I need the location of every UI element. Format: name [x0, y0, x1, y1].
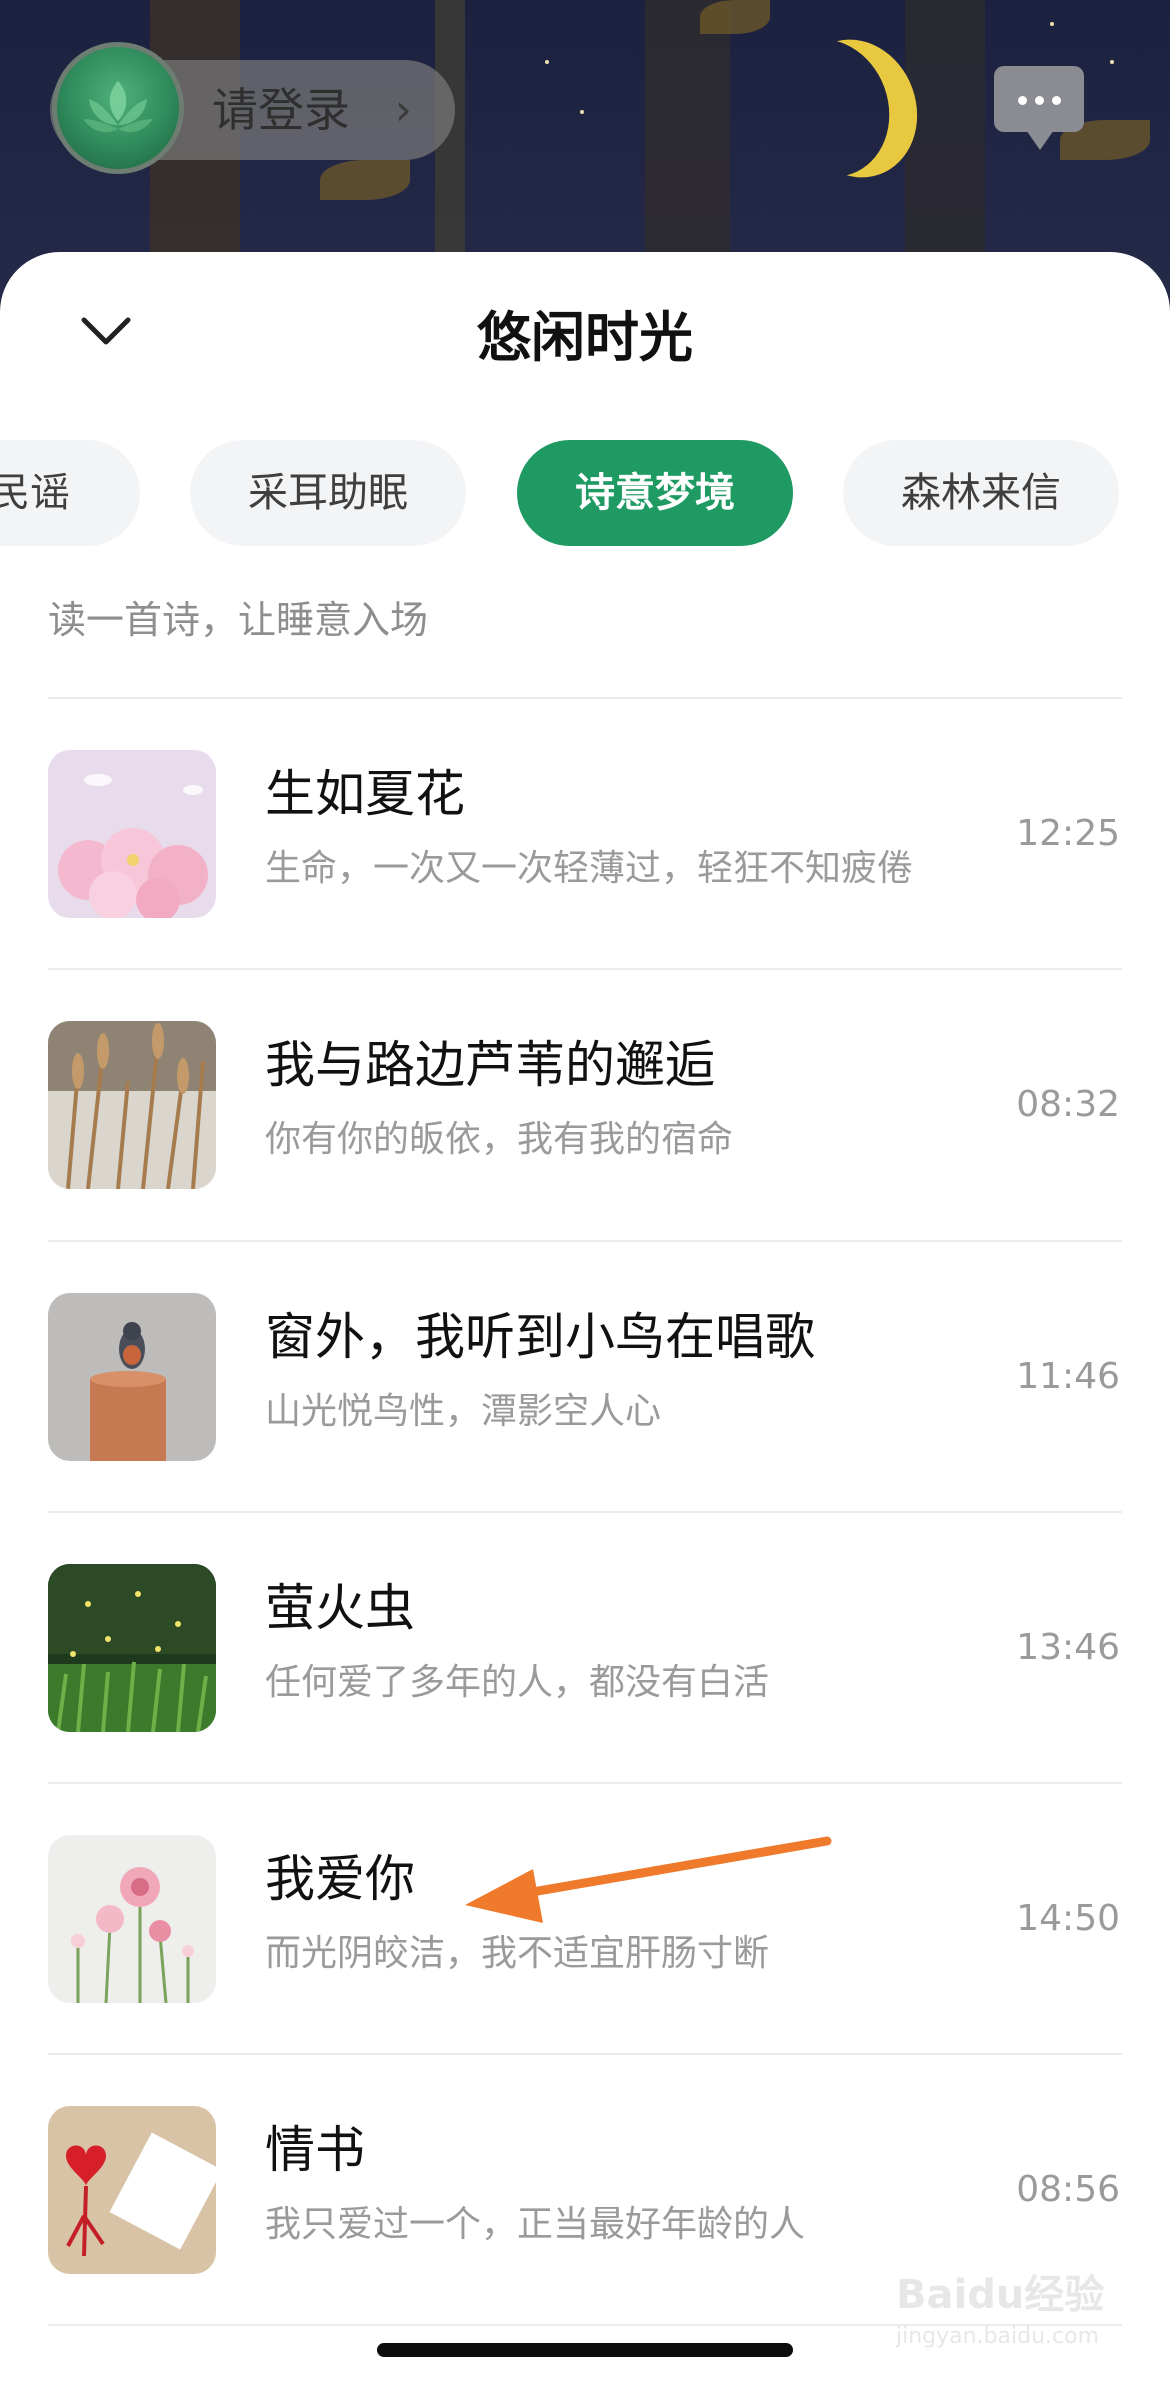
avatar[interactable]: [52, 42, 184, 174]
leaf-decoration: [320, 160, 410, 200]
thumbnail-image: [48, 1564, 216, 1732]
chat-bubble-icon: [1035, 96, 1044, 105]
lotus-icon: [83, 81, 153, 133]
list-item[interactable]: 我与路边芦苇的邂逅 你有你的皈依，我有我的宿命 08:32: [0, 969, 1170, 1239]
item-title: 窗外，我听到小鸟在唱歌: [265, 1308, 815, 1366]
item-description: 我只爱过一个，正当最好年龄的人: [265, 2204, 806, 2245]
item-description: 生命，一次又一次轻薄过，轻狂不知疲倦: [265, 848, 914, 889]
list-item[interactable]: 萤火虫 任何爱了多年的人，都没有白活 13:46: [0, 1512, 1170, 1782]
item-duration: 14:50: [1016, 1898, 1120, 1939]
bottom-sheet: 悠闲时光 民谣 采耳助眠 诗意梦境 森林来信 读一首诗，让睡意入场 生如夏花 生…: [0, 252, 1170, 2383]
chat-bubble-icon: [1052, 96, 1061, 105]
watermark-url: jingyan.baidu.com: [896, 2324, 1100, 2349]
tab-forest-letter[interactable]: 森林来信: [843, 440, 1119, 546]
chevron-right-icon: ›: [395, 85, 412, 134]
star: [580, 110, 584, 114]
home-indicator[interactable]: [377, 2343, 793, 2357]
thumbnail-image: [48, 750, 216, 918]
item-title: 我爱你: [265, 1850, 415, 1908]
tab-folk[interactable]: 民谣: [0, 440, 140, 546]
chat-bubble-icon: [1018, 96, 1027, 105]
item-duration: 13:46: [1016, 1627, 1120, 1668]
thumbnail-image: [48, 1835, 216, 2003]
annotation-arrow-icon: [465, 1836, 832, 1923]
list-item[interactable]: 窗外，我听到小鸟在唱歌 山光悦鸟性，潭影空人心 11:46: [0, 1241, 1170, 1511]
tab-ear-sleep[interactable]: 采耳助眠: [190, 440, 466, 546]
category-tabs: 民谣 采耳助眠 诗意梦境 森林来信: [0, 440, 1170, 546]
item-duration: 08:56: [1016, 2169, 1120, 2210]
star: [1110, 60, 1114, 64]
item-title: 萤火虫: [265, 1579, 415, 1637]
message-button[interactable]: [994, 66, 1084, 150]
item-duration: 11:46: [1016, 1356, 1120, 1397]
watermark: Baidu经验 jingyan.baidu.com: [896, 2270, 1116, 2360]
item-title: 我与路边芦苇的邂逅: [265, 1036, 715, 1094]
item-description: 任何爱了多年的人，都没有白活: [265, 1662, 770, 1703]
section-subtitle: 读一首诗，让睡意入场: [48, 598, 429, 642]
item-duration: 08:32: [1016, 1084, 1120, 1125]
leaf-decoration: [700, 0, 770, 34]
item-duration: 12:25: [1016, 813, 1120, 854]
item-title: 情书: [265, 2121, 365, 2179]
item-description: 山光悦鸟性，潭影空人心: [265, 1391, 662, 1432]
star: [545, 60, 549, 64]
tab-poetic-dream[interactable]: 诗意梦境: [517, 440, 793, 546]
moon-icon: [748, 22, 909, 195]
thumbnail-image: [48, 1293, 216, 1461]
page-title: 悠闲时光: [477, 306, 693, 369]
login-label[interactable]: 请登录: [212, 78, 350, 142]
item-description: 而光阴皎洁，我不适宜肝肠寸断: [265, 1933, 770, 1974]
item-description: 你有你的皈依，我有我的宿命: [265, 1119, 734, 1160]
list-item[interactable]: 生如夏花 生命，一次又一次轻薄过，轻狂不知疲倦 12:25: [0, 698, 1170, 968]
thumbnail-image: [48, 2106, 216, 2274]
star: [1050, 22, 1054, 26]
item-title: 生如夏花: [265, 765, 465, 823]
watermark-logo: Baidu经验: [896, 2272, 1105, 2318]
thumbnail-image: [48, 1021, 216, 1189]
